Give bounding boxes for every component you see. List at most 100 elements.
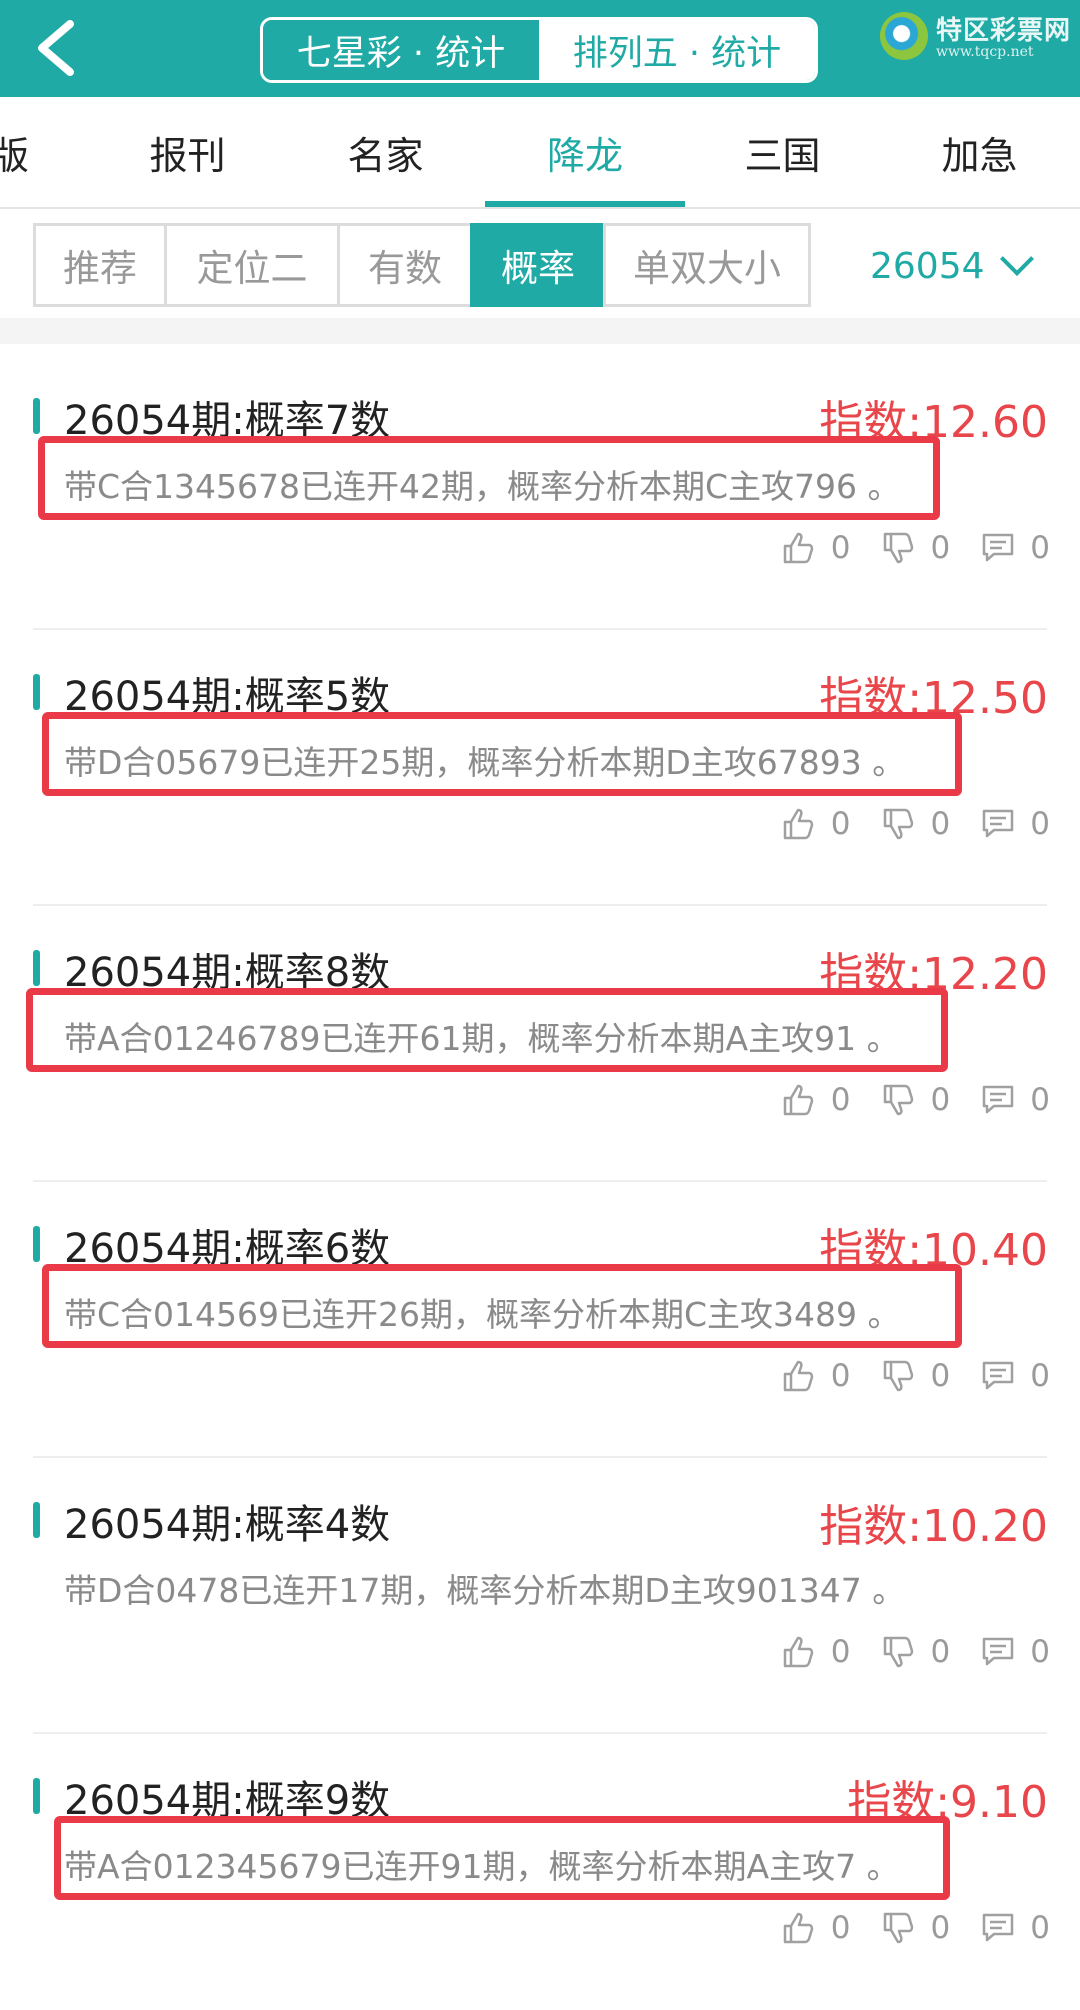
dislike-count: 0	[930, 1634, 951, 1670]
issue-selector[interactable]: 26054	[870, 236, 1034, 296]
accent-bar	[33, 1502, 40, 1538]
thumbs-down-icon	[883, 1636, 913, 1668]
accent-bar	[33, 1226, 40, 1262]
tab-sanguo[interactable]: 三国	[705, 97, 860, 207]
comment-button[interactable]: 0	[980, 530, 1050, 566]
dislike-count: 0	[930, 806, 951, 842]
thumbs-down-icon	[883, 1084, 913, 1116]
like-count: 0	[830, 530, 851, 566]
prediction-card[interactable]: 26054期:概率7数 指数:12.60 带C合1345678已连开42期，概率分析…	[0, 354, 1080, 630]
like-count: 0	[830, 1358, 851, 1394]
logo-url: www.tqcp.net	[936, 44, 1034, 60]
prediction-card[interactable]: 26054期:概率9数 指数:9.10 带A合012345679已连开91期，概率分…	[0, 1734, 1080, 2010]
dislike-count: 0	[930, 1358, 951, 1394]
dislike-button[interactable]: 0	[881, 1910, 951, 1946]
card-description: 带D合0478已连开17期，概率分析本期D主攻901347 。	[64, 1571, 906, 1610]
card-index: 指数:10.20	[819, 1501, 1048, 1552]
dislike-button[interactable]: 0	[881, 530, 951, 566]
like-button[interactable]: 0	[781, 530, 851, 566]
card-actions: 0 0 0	[751, 1910, 1050, 1946]
highlight-box	[26, 988, 948, 1072]
comment-icon	[983, 809, 1014, 838]
accent-bar	[33, 1778, 40, 1814]
thumbs-up-icon	[783, 808, 814, 840]
watermark-logo: 特区彩票网 www.tqcp.net	[876, 8, 1076, 68]
comment-icon	[983, 1913, 1014, 1942]
like-button[interactable]: 0	[781, 1910, 851, 1946]
accent-bar	[33, 398, 40, 434]
like-button[interactable]: 0	[781, 1634, 851, 1670]
card-title: 26054期:概率4数	[64, 1502, 391, 1548]
dislike-button[interactable]: 0	[881, 1634, 951, 1670]
like-button[interactable]: 0	[781, 806, 851, 842]
tab-ban[interactable]: 版	[0, 97, 40, 207]
thumbs-up-icon	[783, 1636, 814, 1668]
filter-tuijian[interactable]: 推荐	[33, 223, 167, 307]
highlight-box	[42, 712, 962, 796]
like-button[interactable]: 0	[781, 1082, 851, 1118]
like-count: 0	[830, 1910, 851, 1946]
filter-dingweier[interactable]: 定位二	[164, 223, 340, 307]
comment-button[interactable]: 0	[980, 1358, 1050, 1394]
back-arrow-icon[interactable]	[30, 18, 90, 78]
comment-button[interactable]: 0	[980, 1082, 1050, 1118]
like-button[interactable]: 0	[781, 1358, 851, 1394]
card-actions: 0 0 0	[751, 1082, 1050, 1118]
dislike-count: 0	[930, 1910, 951, 1946]
thumbs-down-icon	[883, 808, 913, 840]
seg-pailiewu[interactable]: 排列五 · 统计	[539, 20, 815, 80]
thumbs-up-icon	[783, 1912, 814, 1944]
like-count: 0	[830, 1082, 851, 1118]
dislike-button[interactable]: 0	[881, 1358, 951, 1394]
comment-count: 0	[1030, 1082, 1050, 1118]
thumbs-up-icon	[783, 1360, 814, 1392]
prediction-card[interactable]: 26054期:概率8数 指数:12.20 带A合01246789已连开61期，概率分…	[0, 906, 1080, 1182]
category-tabs: 版 报刊 名家 降龙 三国 加急	[0, 97, 1080, 209]
lottery-segmented-control: 七星彩 · 统计 排列五 · 统计	[260, 17, 818, 83]
accent-bar	[33, 950, 40, 986]
accent-bar	[33, 674, 40, 710]
card-actions: 0 0 0	[751, 1634, 1050, 1670]
highlight-box	[38, 436, 940, 520]
like-count: 0	[830, 806, 851, 842]
app-header: 七星彩 · 统计 排列五 · 统计 特区彩票网 www.tqcp.net	[0, 0, 1080, 97]
comment-count: 0	[1030, 1910, 1050, 1946]
filter-buttons: 推荐 定位二 有数 概率 单双大小	[33, 223, 811, 307]
dislike-count: 0	[930, 530, 951, 566]
comment-icon	[983, 1085, 1014, 1114]
highlight-box	[42, 1264, 962, 1348]
comment-button[interactable]: 0	[980, 1910, 1050, 1946]
comment-button[interactable]: 0	[980, 1634, 1050, 1670]
comment-button[interactable]: 0	[980, 806, 1050, 842]
filter-danshuang[interactable]: 单双大小	[603, 223, 811, 307]
card-actions: 0 0 0	[751, 530, 1050, 566]
logo-swirl-icon	[880, 12, 928, 60]
highlight-box	[54, 1816, 950, 1900]
thumbs-up-icon	[783, 532, 814, 564]
prediction-card[interactable]: 26054期:概率6数 指数:10.40 带C合014569已连开26期，概率分析本…	[0, 1182, 1080, 1458]
tab-mingjia[interactable]: 名家	[308, 97, 463, 207]
comment-count: 0	[1030, 1358, 1050, 1394]
thumbs-down-icon	[883, 1360, 913, 1392]
card-actions: 0 0 0	[751, 1358, 1050, 1394]
dislike-count: 0	[930, 1082, 951, 1118]
logo-text: 特区彩票网	[936, 16, 1072, 46]
issue-number: 26054	[870, 245, 985, 287]
comment-count: 0	[1030, 1634, 1050, 1670]
comment-icon	[983, 533, 1014, 562]
section-gap	[0, 318, 1080, 344]
comment-icon	[983, 1361, 1014, 1390]
thumbs-up-icon	[783, 1084, 814, 1116]
prediction-card[interactable]: 26054期:概率4数 指数:10.20 带D合0478已连开17期，概率分析本期D…	[0, 1458, 1080, 1734]
seg-qixingcai[interactable]: 七星彩 · 统计	[263, 20, 539, 80]
filter-gailv[interactable]: 概率	[470, 223, 606, 307]
tab-jiaji[interactable]: 加急	[902, 97, 1057, 207]
tab-jianglong[interactable]: 降龙	[485, 97, 685, 207]
prediction-card[interactable]: 26054期:概率5数 指数:12.50 带D合05679已连开25期，概率分析本期…	[0, 630, 1080, 906]
comment-count: 0	[1030, 806, 1050, 842]
dislike-button[interactable]: 0	[881, 1082, 951, 1118]
thumbs-down-icon	[883, 532, 913, 564]
filter-youshu[interactable]: 有数	[337, 223, 473, 307]
tab-baokan[interactable]: 报刊	[110, 97, 265, 207]
dislike-button[interactable]: 0	[881, 806, 951, 842]
